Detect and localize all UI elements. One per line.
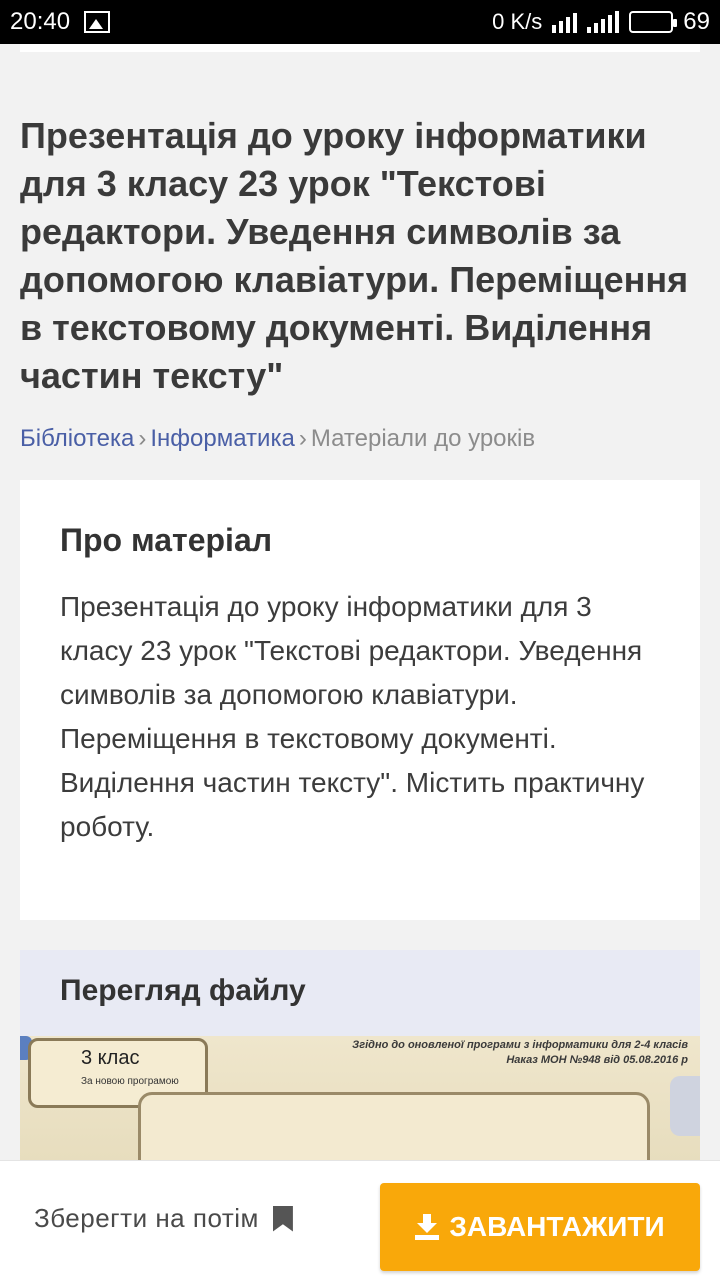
network-speed: 0 K/s — [492, 9, 543, 34]
about-heading: Про матеріал — [60, 522, 273, 558]
top-card-edge — [20, 44, 700, 52]
breadcrumb-informatics[interactable]: Інформатика — [150, 425, 294, 452]
save-for-later-label: Зберегти на потім — [34, 1203, 259, 1233]
status-time: 20:40 — [10, 8, 71, 35]
bottom-action-bar: Зберегти на потім ЗАВАНТАЖИТИ — [0, 1160, 720, 1280]
breadcrumb-library[interactable]: Бібліотека — [20, 425, 134, 452]
slide-class-label: 3 клас — [81, 1047, 140, 1069]
slide-scroll-banner — [138, 1092, 650, 1170]
breadcrumb-lesson-materials: Матеріали до уроків — [310, 425, 536, 452]
file-preview-header: Перегляд файлу — [20, 950, 700, 1036]
status-bar: 20:40 0 K/s 69 — [0, 0, 720, 44]
download-label: ЗАВАНТАЖИТИ — [449, 1211, 665, 1242]
download-button[interactable]: ЗАВАНТАЖИТИ — [380, 1183, 700, 1271]
puzzle-decoration — [670, 1076, 700, 1136]
image-notification-icon — [84, 11, 111, 33]
wifi-signal-icon — [552, 11, 578, 33]
battery-level: 69 — [683, 8, 710, 35]
cell-signal-icon — [587, 11, 620, 33]
download-icon — [415, 1214, 440, 1240]
file-preview-heading: Перегляд файлу — [60, 974, 306, 1007]
about-description: Презентація до уроку інформатики для 3 к… — [60, 591, 645, 842]
file-preview-card: Перегляд файлу 3 клас За новою програмою… — [20, 950, 700, 1170]
save-for-later-button[interactable]: Зберегти на потім — [34, 1203, 293, 1234]
chevron-right-icon: › — [298, 425, 307, 452]
slide-class-subtitle: За новою програмою — [81, 1076, 179, 1087]
breadcrumb: Бібліотека › Інформатика › Матеріали до урок… — [20, 422, 535, 456]
bookmark-icon — [272, 1205, 293, 1232]
chevron-right-icon: › — [138, 425, 147, 452]
page-title: Презентація до уроку інформатики для 3 к… — [20, 115, 689, 396]
slide-thumbnail[interactable]: 3 клас За новою програмою Згідно до онов… — [20, 1036, 700, 1170]
battery-icon — [629, 11, 678, 33]
about-material-card: Про матеріал Презентація до уроку інформ… — [20, 480, 700, 920]
slide-program-note: Згідно до оновленої програми з інформати… — [352, 1039, 688, 1066]
